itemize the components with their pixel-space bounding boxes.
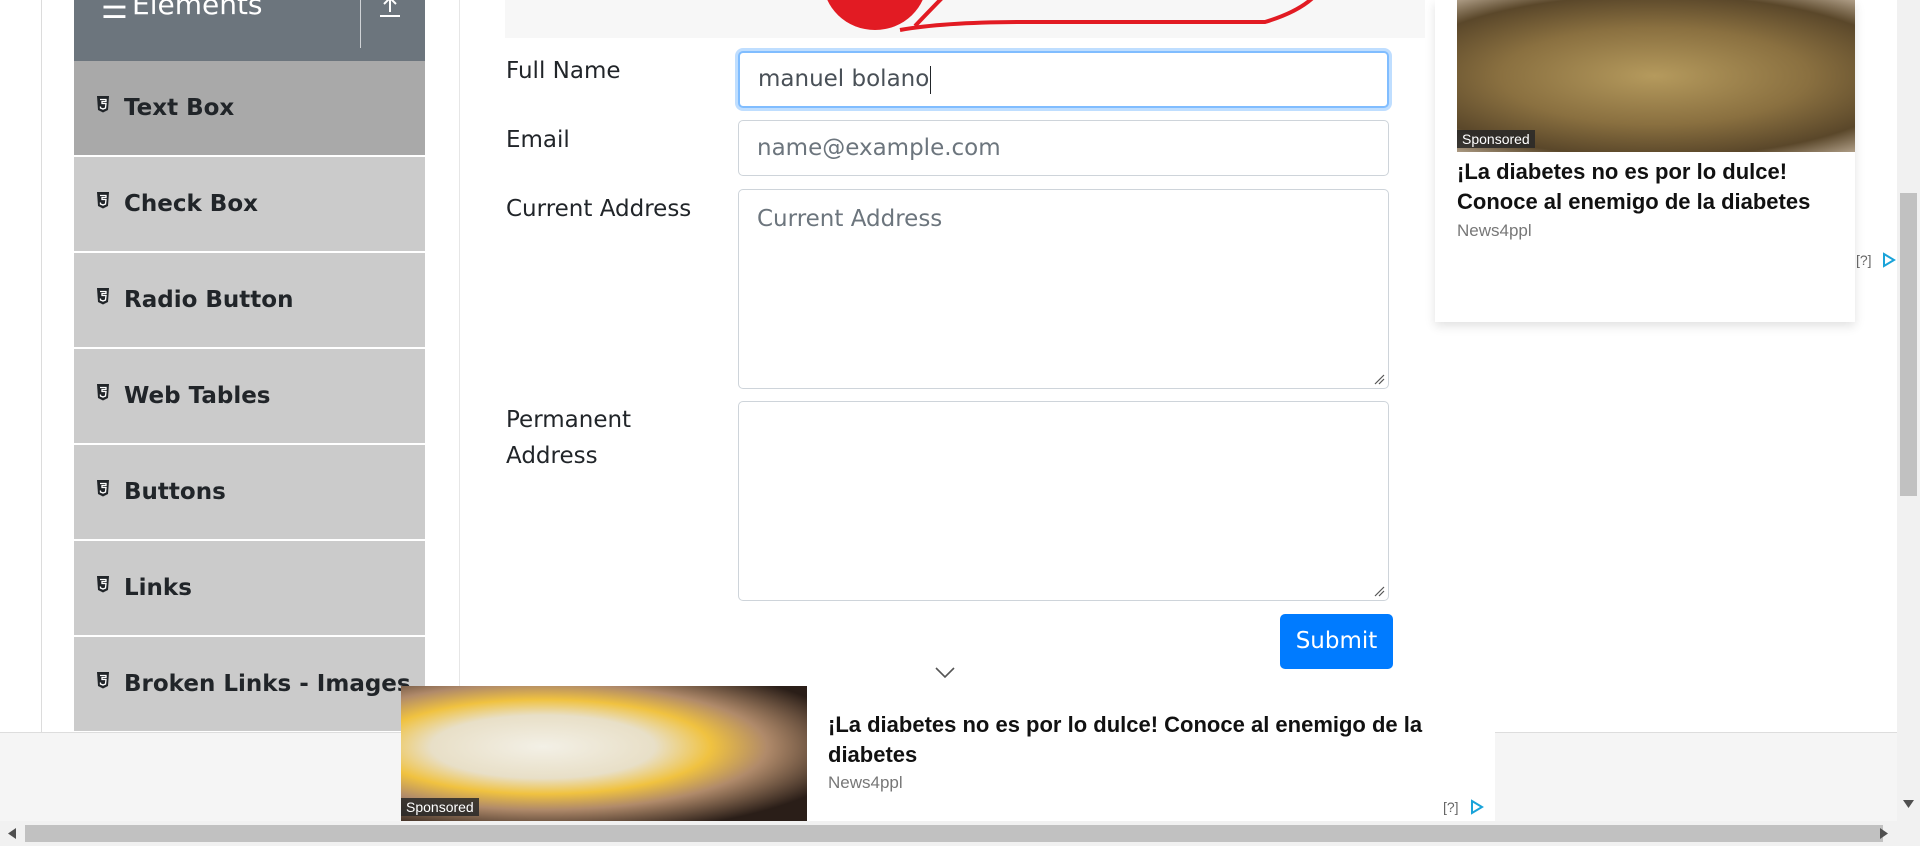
content-left-border [459,0,460,732]
current-address-placeholder: Current Address [757,206,943,232]
side-ad[interactable]: Sponsored ¡La diabetes no es por lo dulc… [1435,0,1855,322]
bottom-ad[interactable]: Sponsored ¡La diabetes no es por lo dulc… [401,686,1495,821]
html5-icon [97,576,109,593]
top-banner [505,0,1425,38]
vertical-scrollbar[interactable] [1897,0,1920,821]
sidebar-item-check-box[interactable]: Check Box [74,157,425,253]
sponsored-tag: Sponsored [401,798,479,816]
sidebar-item-label: Web Tables [124,383,271,409]
sidebar-item-label: Check Box [124,191,258,217]
scrollbar-thumb[interactable] [25,825,1883,842]
ad-source: News4ppl [828,773,903,792]
sidebar-menu: Text Box Check Box Radio Button Web Tabl… [74,61,425,732]
sidebar-item-text-box[interactable]: Text Box [74,61,425,157]
html5-icon [97,384,109,401]
scroll-right-arrow-icon[interactable] [1880,828,1888,839]
sidebar-item-label: Radio Button [124,287,294,313]
resize-grip-icon[interactable] [1373,373,1385,385]
scroll-down-arrow-icon[interactable] [1903,800,1914,808]
ad-headline[interactable]: ¡La diabetes no es por lo dulce! Conoce … [828,710,1478,770]
ad-info-link[interactable]: [?] [1443,799,1459,815]
sidebar-item-label: Links [124,575,192,601]
full-name-label: Full Name [506,58,621,84]
html5-icon [97,288,109,305]
sidebar-item-label: Buttons [124,479,226,505]
html5-icon [97,672,109,689]
sidebar: ☰ Elements Text Box Check Box Radio Butt… [74,0,425,732]
full-name-value: manuel bolano [758,66,930,92]
current-address-label: Current Address [506,196,692,222]
header-divider [360,0,361,48]
sidebar-item-broken-links[interactable]: Broken Links - Images [74,637,425,732]
permanent-address-textarea[interactable] [738,401,1389,601]
email-field[interactable]: name@example.com [738,120,1389,176]
full-name-input[interactable]: manuel bolano [738,51,1389,108]
sidebar-item-links[interactable]: Links [74,541,425,637]
group-title: Elements [132,0,263,21]
sidebar-item-web-tables[interactable]: Web Tables [74,349,425,445]
adchoices-icon[interactable] [1881,252,1897,268]
html5-icon [97,192,109,209]
ad-headline[interactable]: ¡La diabetes no es por lo dulce! Conoce … [1457,157,1855,217]
permanent-address-label-line1: Permanent [506,407,632,433]
permanent-address-label-line2: Address [506,443,598,469]
hamburger-icon: ☰ [101,0,128,26]
html5-icon [97,480,109,497]
ad-info-link[interactable]: [?] [1856,252,1872,268]
chevron-down-icon[interactable] [934,666,956,680]
adchoices-icon[interactable] [1469,799,1485,815]
current-address-textarea[interactable]: Current Address [738,189,1389,389]
sponsored-tag: Sponsored [1457,130,1535,148]
sidebar-item-label: Broken Links - Images [124,671,411,697]
sidebar-item-buttons[interactable]: Buttons [74,445,425,541]
sidebar-item-radio-button[interactable]: Radio Button [74,253,425,349]
email-placeholder: name@example.com [757,135,1001,161]
scrollbar-thumb[interactable] [1900,193,1917,496]
banner-logo-image [827,0,1314,32]
collapse-icon[interactable] [376,0,404,18]
sidebar-item-label: Text Box [124,95,235,121]
horizontal-scrollbar[interactable] [0,821,1920,846]
permanent-address-label: Permanent Address [506,402,631,474]
ad-source: News4ppl [1457,221,1532,240]
email-label: Email [506,127,570,153]
html5-icon [97,96,109,113]
submit-button[interactable]: Submit [1280,614,1393,669]
scroll-left-arrow-icon[interactable] [8,828,16,839]
elements-group-header[interactable]: ☰ Elements [74,0,425,61]
resize-grip-icon[interactable] [1373,585,1385,597]
page-left-border [41,0,42,732]
text-caret [930,65,932,94]
